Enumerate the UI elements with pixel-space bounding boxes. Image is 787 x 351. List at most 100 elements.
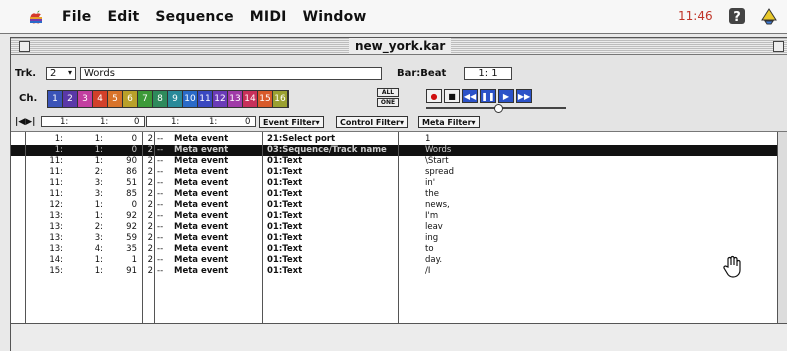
- track-number-select[interactable]: 2 ▾: [46, 67, 76, 80]
- column-divider: [398, 132, 399, 323]
- vertical-scrollbar[interactable]: [777, 132, 787, 323]
- event-type: Meta event: [174, 145, 229, 155]
- event-row[interactable]: 11: 2: 86 2 -- Meta event 01:Text spread: [11, 167, 777, 178]
- event-data: 1: [425, 134, 431, 144]
- channel-button-6[interactable]: 6: [123, 91, 138, 107]
- slider-knob[interactable]: [494, 104, 503, 113]
- channel-button-9[interactable]: 9: [168, 91, 183, 107]
- channel-button-1[interactable]: 1: [48, 91, 63, 107]
- event-sub: 01:Text: [267, 233, 303, 243]
- apple-icon[interactable]: [28, 9, 44, 25]
- event-bar: 13:: [49, 233, 63, 243]
- event-row[interactable]: 13: 3: 59 2 -- Meta event 01:Text ing: [11, 233, 777, 244]
- event-type: Meta event: [174, 255, 229, 265]
- event-dash: --: [157, 266, 164, 276]
- event-row[interactable]: 13: 2: 92 2 -- Meta event 01:Text leav: [11, 222, 777, 233]
- event-row[interactable]: 1: 1: 0 2 -- Meta event 21:Select port 1: [11, 134, 777, 145]
- all-channels-button[interactable]: ALL: [377, 88, 399, 97]
- channel-button-5[interactable]: 5: [108, 91, 123, 107]
- window-titlebar[interactable]: new_york.kar: [11, 38, 787, 55]
- event-row[interactable]: 11: 3: 51 2 -- Meta event 01:Text in': [11, 178, 777, 189]
- event-tick: 1: [131, 255, 137, 265]
- event-row[interactable]: 1: 1: 0 2 -- Meta event 03:Sequence/Track name…: [11, 145, 777, 156]
- event-row[interactable]: 15: 1: 91 2 -- Meta event 01:Text/I: [11, 266, 777, 277]
- meta-filter-menu[interactable]: Meta Filter▾: [418, 116, 480, 128]
- channel-button-2[interactable]: 2: [63, 91, 78, 107]
- record-button[interactable]: ●: [426, 89, 442, 103]
- track-label: Trk.: [15, 68, 37, 79]
- channel-button-10[interactable]: 10: [183, 91, 198, 107]
- play-button[interactable]: ▶: [498, 89, 514, 103]
- sequence-window: new_york.kar Trk. 2 ▾ Words Bar:Beat 1: 1…: [10, 37, 787, 351]
- zoom-box-icon[interactable]: [773, 41, 784, 52]
- column-divider: [154, 132, 155, 323]
- stop-button[interactable]: ■: [444, 89, 460, 103]
- event-bar: 13:: [49, 222, 63, 232]
- close-box-icon[interactable]: [19, 41, 30, 52]
- event-ch: 2: [147, 244, 153, 254]
- channel-button-16[interactable]: 16: [273, 91, 288, 107]
- event-data: to: [425, 244, 434, 254]
- range-icon[interactable]: |◀▶|: [15, 117, 35, 127]
- event-beat: 1:: [94, 211, 103, 221]
- channel-button-14[interactable]: 14: [243, 91, 258, 107]
- event-row[interactable]: 14: 1: 1 2 -- Meta event 01:Text day.: [11, 255, 777, 266]
- channel-button-15[interactable]: 15: [258, 91, 273, 107]
- event-row[interactable]: 13: 1: 92 2 -- Meta event 01:Text I'm: [11, 211, 777, 222]
- event-tick: 0: [131, 134, 137, 144]
- track-name-field[interactable]: Words: [80, 67, 382, 80]
- event-sub: 03:Sequence/Track name: [267, 145, 387, 155]
- help-icon[interactable]: ?: [728, 7, 746, 25]
- event-row[interactable]: 11: 3: 85 2 -- Meta event 01:Text the: [11, 189, 777, 200]
- event-bar: 13:: [49, 244, 63, 254]
- event-data: in': [425, 178, 436, 188]
- window-title: new_york.kar: [349, 38, 452, 54]
- event-data: /I: [425, 266, 431, 276]
- fast-forward-button[interactable]: ▶▶: [516, 89, 532, 103]
- position-end-field[interactable]: 1: 1: 0: [146, 116, 256, 127]
- channel-button-7[interactable]: 7: [138, 91, 153, 107]
- channel-button-8[interactable]: 8: [153, 91, 168, 107]
- menu-edit[interactable]: Edit: [107, 9, 139, 25]
- menu-window[interactable]: Window: [303, 9, 367, 25]
- menubar-clock[interactable]: 11:46: [678, 9, 713, 23]
- event-sub: 01:Text: [267, 200, 303, 210]
- pause-button[interactable]: ❚❚: [480, 89, 496, 103]
- event-bar: 11:: [49, 167, 63, 177]
- event-beat: 1:: [94, 255, 103, 265]
- control-filter-menu[interactable]: Control Filter▾: [336, 116, 409, 128]
- menu-midi[interactable]: MIDI: [250, 9, 287, 25]
- menu-file[interactable]: File: [62, 9, 91, 25]
- position-start-field[interactable]: 1: 1: 0: [41, 116, 145, 127]
- event-row[interactable]: 11: 1: 90 2 -- Meta event 01:Text \Start: [11, 156, 777, 167]
- column-divider: [142, 132, 143, 323]
- rewind-button[interactable]: ◀◀: [462, 89, 478, 103]
- channel-button-13[interactable]: 13: [228, 91, 243, 107]
- event-data: ing: [425, 233, 439, 243]
- event-sub: 01:Text: [267, 222, 303, 232]
- event-row[interactable]: 13: 4: 35 2 -- Meta event 01:Text to: [11, 244, 777, 255]
- event-ch: 2: [147, 211, 153, 221]
- one-channel-button[interactable]: ONE: [377, 98, 399, 107]
- event-filter-menu[interactable]: Event Filter▾: [259, 116, 324, 128]
- bar-beat-field[interactable]: 1: 1: [464, 67, 512, 80]
- event-type: Meta event: [174, 178, 229, 188]
- event-beat: 1:: [94, 266, 103, 276]
- event-dash: --: [157, 189, 164, 199]
- column-divider: [25, 132, 26, 323]
- event-dash: --: [157, 211, 164, 221]
- event-list[interactable]: 1: 1: 0 2 -- Meta event 21:Select port 1 1: 1: 0 2-…: [11, 132, 777, 323]
- event-ch: 2: [147, 145, 153, 155]
- menu-sequence[interactable]: Sequence: [155, 9, 233, 25]
- tempo-slider[interactable]: [426, 104, 566, 113]
- event-beat: 1:: [94, 200, 103, 210]
- channel-button-11[interactable]: 11: [198, 91, 213, 107]
- event-dash: --: [157, 134, 164, 144]
- bottom-panel: [11, 323, 787, 351]
- menubar: File Edit Sequence MIDI Window 11:46 ?: [0, 0, 787, 34]
- channel-button-12[interactable]: 12: [213, 91, 228, 107]
- application-icon[interactable]: [759, 6, 779, 26]
- channel-button-3[interactable]: 3: [78, 91, 93, 107]
- channel-button-4[interactable]: 4: [93, 91, 108, 107]
- event-row[interactable]: 12: 1: 0 2 -- Meta event 01:Text news,: [11, 200, 777, 211]
